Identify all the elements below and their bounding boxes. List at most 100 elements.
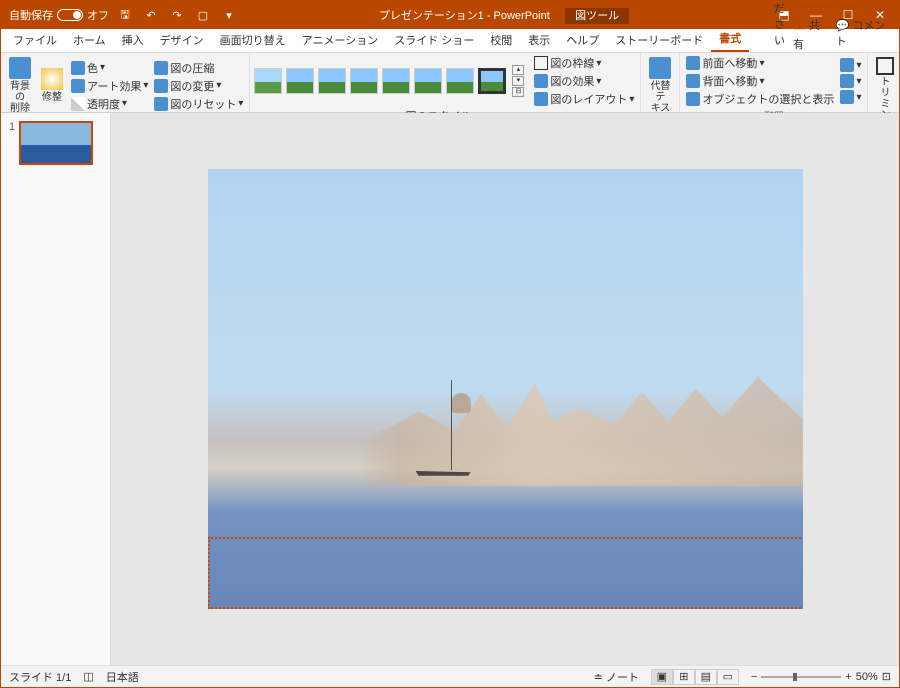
group-button[interactable]: ▾ [840,74,861,88]
view-buttons: ▣ ⊞ ▤ ▭ [651,669,739,685]
tab-home[interactable]: ホーム [65,28,114,52]
gallery-more-icon[interactable]: ⊟ [512,87,524,97]
gallery-scroll: ▴ ▾ ⊟ [512,65,524,97]
remove-background-button[interactable]: 背景の 削除 [5,55,35,116]
style-preset-1[interactable] [254,68,282,94]
forward-icon [686,56,700,70]
redo-icon[interactable]: ↷ [167,5,187,25]
reset-picture-button[interactable]: 図のリセット ▾ [154,96,243,112]
color-button[interactable]: 色 ▾ [71,60,148,76]
fit-window-icon[interactable]: ⊡ [882,670,891,683]
slide-canvas[interactable] [111,113,899,665]
style-preset-2[interactable] [286,68,314,94]
send-backward-button[interactable]: 背面へ移動 ▾ [686,73,834,89]
ribbon: 背景の 削除 修整 色 ▾ アート効果 ▾ 透明度 ▾ 図の圧縮 図の変更 ▾ … [1,53,899,113]
notes-button[interactable]: ≐ ノート [594,669,639,685]
style-preset-5[interactable] [382,68,410,94]
align-icon [840,58,854,72]
quick-access-toolbar: 自動保存 オフ 🖫 ↶ ↷ ▢ ▾ [9,5,239,25]
picture-effects-button[interactable]: 図の効果 ▾ [534,73,634,89]
zoom-slider[interactable] [761,676,841,678]
save-icon[interactable]: 🖫 [115,5,135,25]
tab-insert[interactable]: 挿入 [114,28,152,52]
corrections-button[interactable]: 修整 [37,66,67,105]
start-slideshow-icon[interactable]: ▢ [193,5,213,25]
selection-pane-button[interactable]: オブジェクトの選択と表示 [686,91,834,107]
rotate-icon [840,90,854,104]
gallery-down-icon[interactable]: ▾ [512,76,524,86]
change-pic-icon [154,79,168,93]
slide-counter[interactable]: スライド 1/1 [9,669,71,685]
tab-help[interactable]: ヘルプ [558,28,607,52]
alt-text-icon [649,57,671,79]
qat-more-icon[interactable]: ▾ [219,5,239,25]
reset-pic-icon [154,97,168,111]
zoom-out-icon[interactable]: − [751,671,757,683]
tab-view[interactable]: 表示 [520,28,558,52]
tab-review[interactable]: 校閲 [482,28,520,52]
change-picture-button[interactable]: 図の変更 ▾ [154,78,243,94]
color-icon [71,61,85,75]
ribbon-tabs: ファイル ホーム 挿入 デザイン 画面切り替え アニメーション スライド ショー… [1,29,899,53]
tab-slideshow[interactable]: スライド ショー [386,28,482,52]
effects-icon [534,74,548,88]
border-icon [534,56,548,70]
workspace: 1 [1,113,899,665]
tab-file[interactable]: ファイル [5,28,65,52]
window-title: プレゼンテーション1 - PowerPoint 図ツール [239,7,769,23]
style-preset-8[interactable] [478,68,506,94]
picture-layout-button[interactable]: 図のレイアウト ▾ [534,91,634,107]
status-bar: スライド 1/1 ◫ 日本語 ≐ ノート ▣ ⊞ ▤ ▭ − + 50% ⊡ [1,665,899,687]
zoom-level[interactable]: 50% [856,671,878,683]
language-indicator[interactable]: 日本語 [106,669,139,685]
slide-thumbnail-1[interactable] [19,121,93,165]
tell-me-search[interactable]: 💡実行したい作業を入力してください [749,0,793,52]
artistic-effects-button[interactable]: アート効果 ▾ [71,78,148,94]
autosave-toggle[interactable]: 自動保存 オフ [9,7,109,23]
transparency-button[interactable]: 透明度 ▾ [71,96,148,112]
align-button[interactable]: ▾ [840,58,861,72]
artistic-icon [71,79,85,93]
style-preset-6[interactable] [414,68,442,94]
autosave-state: オフ [87,7,109,23]
rotate-button[interactable]: ▾ [840,90,861,104]
tab-format[interactable]: 書式 [711,26,749,52]
picture-content [356,371,802,485]
toggle-switch-icon [57,9,83,21]
crop-icon [876,57,894,75]
spellcheck-icon[interactable]: ◫ [83,670,93,683]
tab-storyboard[interactable]: ストーリーボード [607,28,711,52]
comments-button[interactable]: 💬 コメント [836,17,891,52]
crop-selection-marquee[interactable] [208,537,803,609]
autosave-label: 自動保存 [9,7,53,23]
tab-animations[interactable]: アニメーション [294,28,387,52]
group-icon [840,74,854,88]
slideshow-view-icon[interactable]: ▭ [717,669,739,685]
layout-icon [534,92,548,106]
compress-button[interactable]: 図の圧縮 [154,60,243,76]
corrections-icon [41,68,63,90]
backward-icon [686,74,700,88]
group-arrange: 前面へ移動 ▾ 背面へ移動 ▾ オブジェクトの選択と表示 ▾ ▾ ▾ 配置 [680,53,868,112]
group-accessibility: 代替テ キスト アクセシ… [641,53,680,112]
normal-view-icon[interactable]: ▣ [651,669,673,685]
picture-border-button[interactable]: 図の枠線 ▾ [534,55,634,71]
picture-styles-gallery: ▴ ▾ ⊟ [254,65,524,97]
reading-view-icon[interactable]: ▤ [695,669,717,685]
tab-design[interactable]: デザイン [152,28,212,52]
share-button[interactable]: 🖂 共有 [793,17,828,52]
inserted-picture[interactable] [208,169,803,609]
group-picture-styles: ▴ ▾ ⊟ 図の枠線 ▾ 図の効果 ▾ 図のレイアウト ▾ 図のスタイル ↘ [250,53,641,112]
bring-forward-button[interactable]: 前面へ移動 ▾ [686,55,834,71]
style-preset-7[interactable] [446,68,474,94]
gallery-up-icon[interactable]: ▴ [512,65,524,75]
group-adjust: 背景の 削除 修整 色 ▾ アート効果 ▾ 透明度 ▾ 図の圧縮 図の変更 ▾ … [1,53,250,112]
remove-bg-icon [9,57,31,79]
undo-icon[interactable]: ↶ [141,5,161,25]
style-preset-3[interactable] [318,68,346,94]
style-preset-4[interactable] [350,68,378,94]
zoom-in-icon[interactable]: + [845,671,851,683]
tab-transitions[interactable]: 画面切り替え [212,28,294,52]
sorter-view-icon[interactable]: ⊞ [673,669,695,685]
group-size: トリミング ⇕▴▾ ⇔▴▾ サイズ ↘ [868,53,900,112]
